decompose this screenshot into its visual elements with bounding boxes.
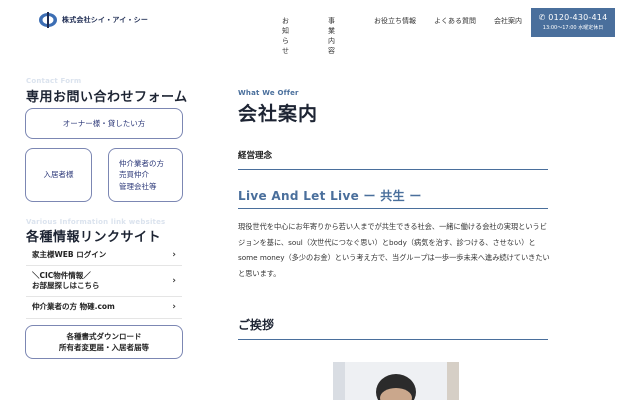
agent-label-line2: 売買仲介 <box>119 170 149 180</box>
link-label-line2: お部屋探しはこちら <box>32 281 100 291</box>
agent-label-line3: 管理会社等 <box>119 181 157 191</box>
company-name: 株式会社シイ・アイ・シー <box>62 16 149 24</box>
info-link-list: 家主様WEB ログイン › ＼CIC物件情報／ お部屋探しはこちら › 仲介業者… <box>26 245 182 319</box>
section-en-label: What We Offer <box>238 89 299 97</box>
president-photo <box>333 362 459 400</box>
contact-title: 専用お問い合わせフォーム <box>26 90 188 105</box>
link-label-line1: ＼CIC物件情報／ <box>32 271 91 281</box>
divider <box>238 208 548 209</box>
site-header: 株式会社シイ・アイ・シー お知らせ 事業内容 お役立ち情報 よくある質問 会社案… <box>0 0 640 55</box>
phone-hours: 13:00～17:00 水曜定休日 <box>542 25 604 31</box>
agent-contact-labels: 仲介業者の方 売買仲介 管理会社等 <box>119 158 164 192</box>
greeting-title: ご挨拶 <box>238 318 275 332</box>
link-cic-property-search[interactable]: ＼CIC物件情報／ お部屋探しはこちら › <box>26 266 182 298</box>
agent-label-line1: 仲介業者の方 <box>119 159 164 169</box>
divider <box>238 169 548 170</box>
logo[interactable]: 株式会社シイ・アイ・シー <box>38 12 148 28</box>
tenant-contact-label: 入居者様 <box>43 170 74 180</box>
philosophy-label: 経営理念 <box>238 151 273 161</box>
nav-news[interactable]: お知らせ <box>282 16 289 56</box>
phone-icon: ✆ <box>538 13 546 22</box>
chevron-right-icon: › <box>172 249 176 260</box>
phone-contact-box[interactable]: ✆ 0120-430-414 13:00～17:00 水曜定休日 <box>531 8 615 37</box>
owner-contact-label: オーナー様・貸したい方 <box>62 118 146 128</box>
contact-en-label: Contact Form <box>26 77 82 85</box>
nav-business[interactable]: 事業内容 <box>328 16 335 56</box>
tenant-contact-button[interactable]: 入居者様 <box>25 148 92 202</box>
motto-heading: Live And Let Live ー 共生 ー <box>238 189 422 203</box>
links-title: 各種情報リンクサイト <box>26 230 162 245</box>
agent-contact-button[interactable]: 仲介業者の方 売買仲介 管理会社等 <box>108 148 183 202</box>
chevron-right-icon: › <box>172 276 176 287</box>
nav-company[interactable]: 会社案内 <box>494 16 522 26</box>
link-bukkaku-com[interactable]: 仲介業者の方 物確.com › <box>26 297 182 319</box>
links-en-label: Various Information link websites <box>26 218 166 226</box>
divider <box>238 339 548 340</box>
page-title: 会社案内 <box>238 103 319 125</box>
chevron-right-icon: › <box>172 302 176 313</box>
owner-contact-button[interactable]: オーナー様・貸したい方 <box>25 108 183 139</box>
phone-number-row: ✆ 0120-430-414 <box>531 13 615 22</box>
philosophy-body: 現役世代を中心にお年寄りから若い人までが共生できる社会、一緒に働ける会社の実現と… <box>238 222 550 278</box>
logo-mark-icon <box>38 12 58 28</box>
link-owner-web-login[interactable]: 家主様WEB ログイン › <box>26 245 182 267</box>
phone-number: 0120-430-414 <box>548 13 608 22</box>
download-label-line1: 各種書式ダウンロード <box>66 331 142 341</box>
forms-download-labels: 各種書式ダウンロード 所有者変更届・入居者届等 <box>59 331 149 354</box>
forms-download-button[interactable]: 各種書式ダウンロード 所有者変更届・入居者届等 <box>25 325 183 359</box>
nav-faq[interactable]: よくある質問 <box>434 16 476 26</box>
link-label: 仲介業者の方 物確.com <box>32 302 115 312</box>
link-label: 家主様WEB ログイン <box>32 250 107 259</box>
nav-useful-info[interactable]: お役立ち情報 <box>374 16 416 26</box>
download-label-line2: 所有者変更届・入居者届等 <box>59 343 149 352</box>
